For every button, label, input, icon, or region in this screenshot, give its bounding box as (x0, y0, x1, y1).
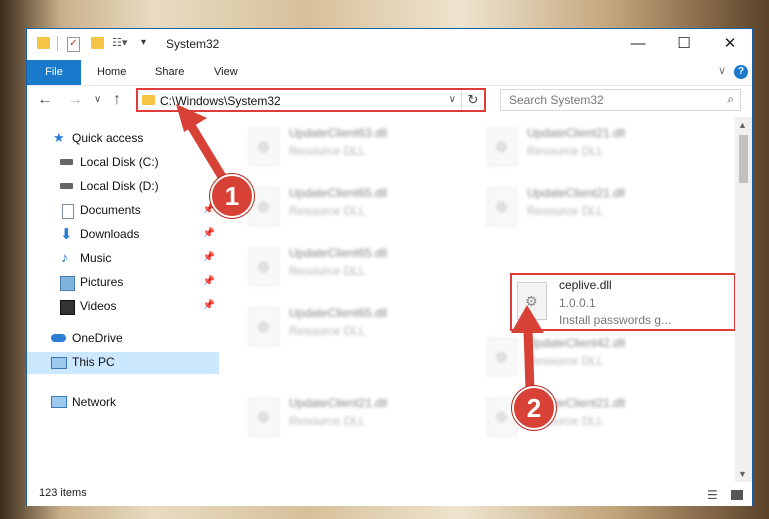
step-badge-2: 2 (512, 386, 556, 430)
step-badge-1: 1 (210, 174, 254, 218)
annotation-arrow-2 (511, 305, 544, 395)
